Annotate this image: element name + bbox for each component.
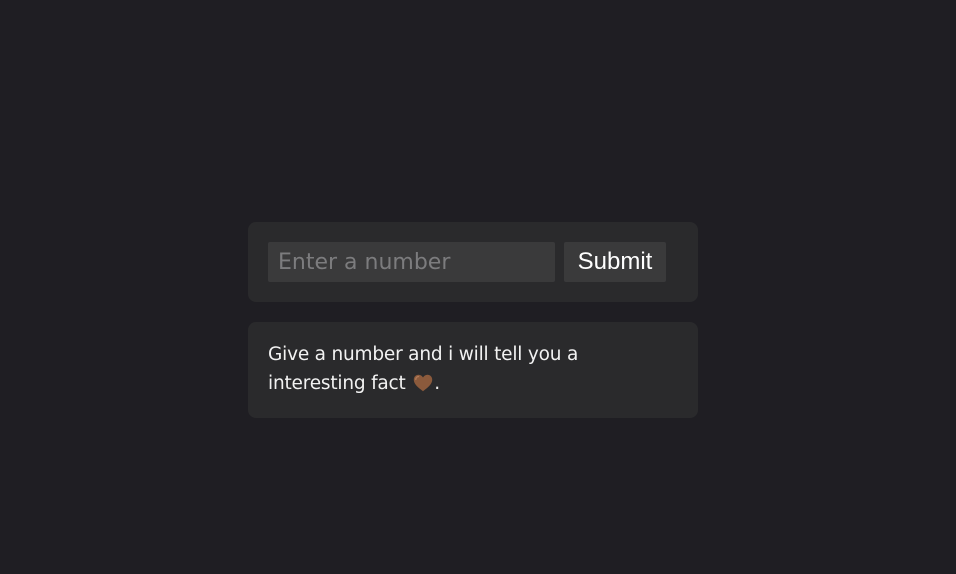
- submit-button[interactable]: Submit: [564, 242, 666, 282]
- fact-card: Give a number and i will tell you a inte…: [248, 322, 698, 418]
- number-input[interactable]: [268, 242, 555, 282]
- fact-message: Give a number and i will tell you a inte…: [268, 340, 678, 398]
- brown-heart-icon: [414, 374, 433, 392]
- number-form-card: Submit: [248, 222, 698, 302]
- fact-punctuation: .: [434, 373, 440, 394]
